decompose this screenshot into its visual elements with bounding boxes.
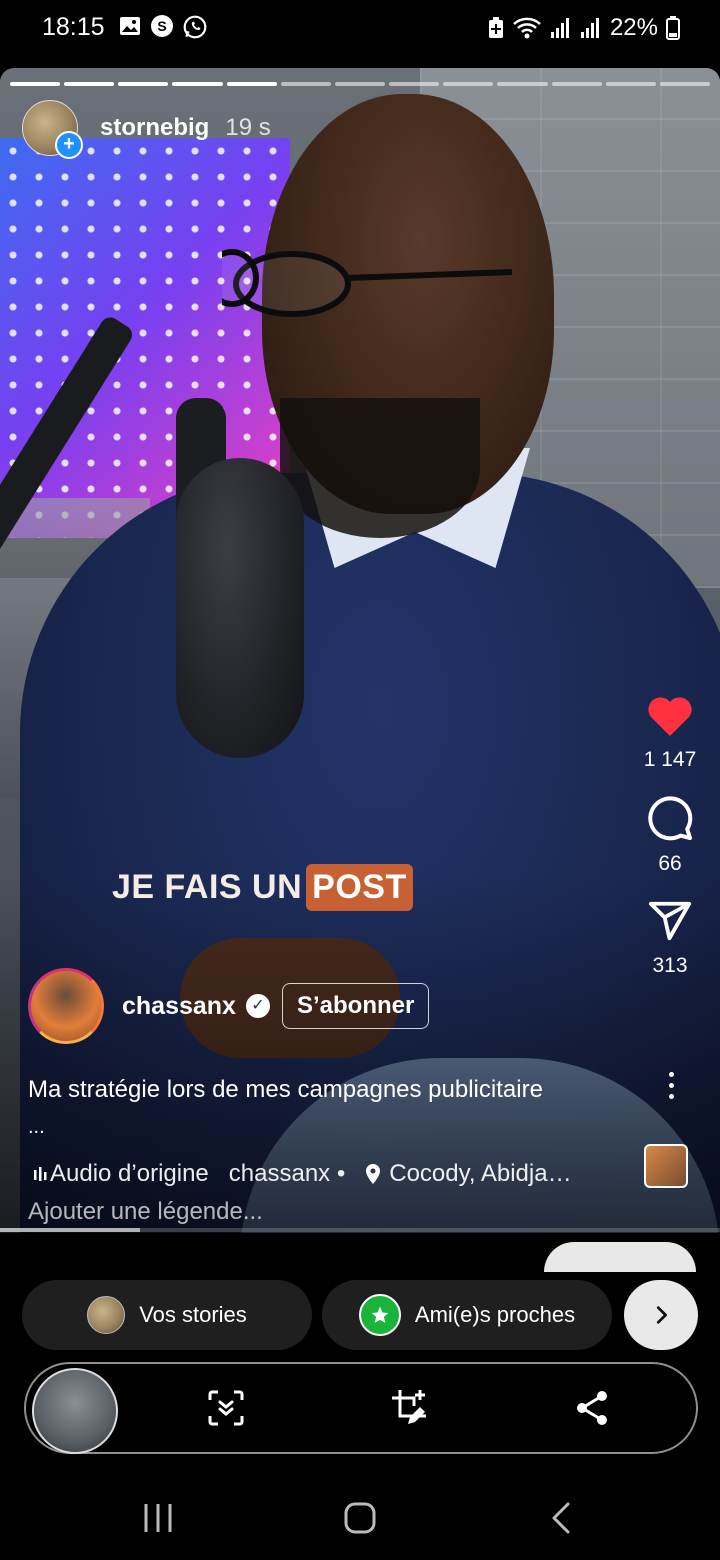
progress-segment bbox=[226, 82, 277, 86]
status-bar: 18:15 S 22% bbox=[0, 0, 720, 56]
progress-segment bbox=[10, 82, 61, 86]
location-pin-icon bbox=[366, 1164, 381, 1184]
progress-segment bbox=[551, 82, 602, 86]
overlay-text-main: JE FAIS UN bbox=[112, 868, 303, 906]
audio-bars-icon bbox=[34, 1167, 47, 1181]
progress-segment bbox=[443, 82, 494, 86]
progress-segment bbox=[280, 82, 331, 86]
star-icon bbox=[358, 1294, 401, 1336]
signal-icon bbox=[550, 18, 569, 38]
story-editor-toolbar bbox=[24, 1362, 698, 1454]
story-progress-bars bbox=[10, 82, 711, 86]
dot bbox=[669, 1094, 674, 1099]
progress-segment bbox=[389, 82, 440, 86]
progress-segment bbox=[659, 82, 711, 86]
battery-percent: 22% bbox=[609, 14, 658, 41]
battery-saver-icon bbox=[488, 17, 503, 38]
share-destinations: Vos stories Ami(e)s proches bbox=[0, 1280, 720, 1350]
audio-row[interactable]: Audio d’origine chassanx • Cocody, Abidj… bbox=[32, 1160, 572, 1188]
scan-select-icon[interactable] bbox=[206, 1388, 246, 1428]
story-media[interactable] bbox=[0, 68, 720, 1233]
progress-segment bbox=[334, 82, 386, 86]
battery-icon bbox=[666, 16, 680, 40]
creator-username[interactable]: chassanx bbox=[122, 992, 236, 1021]
close-friends-label: Ami(e)s proches bbox=[414, 1302, 576, 1327]
heart-icon[interactable] bbox=[645, 694, 695, 738]
user-avatar bbox=[87, 1296, 126, 1334]
reel-caption[interactable]: Ma stratégie lors de mes campagnes publi… bbox=[28, 1076, 628, 1104]
author-avatar[interactable]: + bbox=[22, 100, 83, 159]
progress-segment bbox=[64, 82, 115, 86]
wifi-icon bbox=[513, 17, 541, 39]
share-action[interactable]: 313 bbox=[647, 898, 693, 978]
creator-avatar[interactable] bbox=[28, 968, 104, 1044]
progress-segment bbox=[605, 82, 656, 86]
progress-segment bbox=[118, 82, 169, 86]
home-icon[interactable] bbox=[340, 1498, 380, 1538]
person-glasses bbox=[222, 249, 513, 317]
author-username[interactable]: stornebig bbox=[100, 114, 209, 142]
sheet-peek bbox=[544, 1242, 696, 1272]
location-label[interactable]: Cocody, Abidja… bbox=[389, 1160, 571, 1188]
dot bbox=[669, 1072, 674, 1077]
comment-icon[interactable] bbox=[646, 794, 694, 842]
add-story-icon[interactable]: + bbox=[55, 131, 83, 159]
like-action[interactable]: 1 147 bbox=[643, 694, 697, 772]
image-icon bbox=[120, 17, 140, 35]
navigation-bar bbox=[0, 1470, 720, 1560]
dot bbox=[669, 1083, 674, 1088]
status-time: 18:15 bbox=[42, 13, 105, 41]
whatsapp-icon bbox=[183, 15, 207, 39]
story-author[interactable]: + stornebig 19 s bbox=[22, 100, 271, 159]
progress-segment bbox=[172, 82, 223, 86]
comment-count: 66 bbox=[658, 852, 682, 875]
microphone bbox=[176, 458, 304, 758]
send-icon[interactable] bbox=[647, 898, 693, 944]
overlay-text-highlight: POST bbox=[306, 864, 413, 911]
story-preview-thumbnail[interactable] bbox=[32, 1368, 118, 1454]
add-caption-input[interactable]: Ajouter une légende... bbox=[28, 1198, 263, 1226]
verified-badge-icon: ✓ bbox=[245, 994, 270, 1018]
crop-edit-icon[interactable] bbox=[390, 1388, 430, 1428]
your-stories-label: Vos stories bbox=[139, 1302, 247, 1327]
audio-thumbnail[interactable] bbox=[644, 1144, 688, 1188]
reel-actions: 1 147 66 313 bbox=[638, 694, 702, 1000]
signal-icon bbox=[580, 18, 599, 38]
close-friends-button[interactable]: Ami(e)s proches bbox=[322, 1280, 612, 1350]
svg-text:S: S bbox=[157, 18, 166, 34]
share-icon[interactable] bbox=[572, 1388, 612, 1428]
follow-button[interactable]: S’abonner bbox=[281, 983, 430, 1029]
share-count: 313 bbox=[652, 954, 688, 977]
video-progress-fill bbox=[0, 1228, 140, 1232]
audio-label[interactable]: Audio d’origine bbox=[50, 1160, 209, 1188]
caption-more[interactable]: ... bbox=[28, 1116, 45, 1139]
like-count: 1 147 bbox=[643, 748, 697, 771]
story-timestamp: 19 s bbox=[225, 114, 271, 141]
comment-action[interactable]: 66 bbox=[646, 794, 694, 876]
status-notification-icons: S bbox=[118, 14, 208, 40]
recent-apps-icon[interactable] bbox=[138, 1498, 178, 1538]
progress-segment bbox=[497, 82, 548, 86]
more-options-icon[interactable] bbox=[669, 1072, 674, 1099]
person-beard bbox=[280, 398, 480, 538]
back-icon[interactable] bbox=[542, 1498, 582, 1538]
creator-row: chassanx ✓ S’abonner bbox=[28, 968, 430, 1044]
video-overlay-text: JE FAIS UN POST bbox=[112, 864, 413, 911]
s-app-icon: S bbox=[151, 15, 173, 37]
your-stories-button[interactable]: Vos stories bbox=[22, 1280, 312, 1350]
chevron-right-icon bbox=[656, 1306, 667, 1324]
next-button[interactable] bbox=[624, 1280, 698, 1350]
status-system-icons: 22% bbox=[488, 14, 680, 42]
audio-author[interactable]: chassanx • bbox=[229, 1160, 345, 1188]
